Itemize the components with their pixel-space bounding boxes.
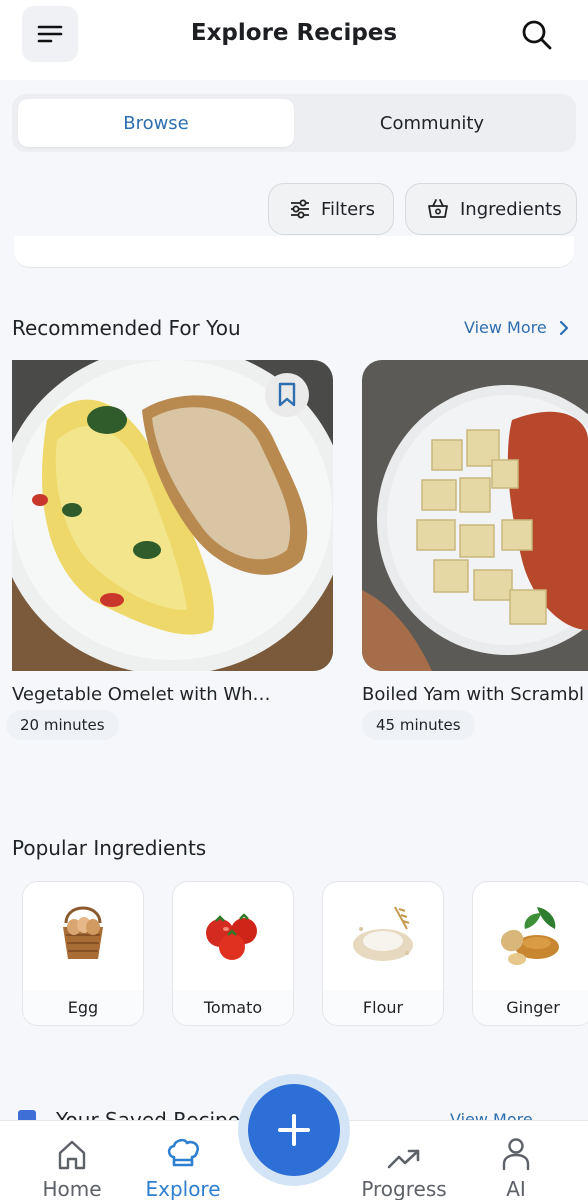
recipe-name[interactable]: Boiled Yam with Scrambl: [362, 684, 588, 705]
ingredient-label: Egg: [23, 990, 143, 1025]
segmented-tabs: Browse Community: [12, 94, 576, 152]
collapsed-panel: [14, 236, 574, 268]
bookmark-button[interactable]: [265, 373, 309, 417]
popular-ingredients-title: Popular Ingredients: [12, 836, 207, 860]
nav-label: Home: [42, 1177, 102, 1200]
cook-time-badge: 20 minutes: [6, 710, 119, 740]
cook-time-badge: 45 minutes: [362, 710, 475, 740]
ingredient-label: Flour: [323, 990, 443, 1025]
chef-hat-icon: [167, 1138, 199, 1167]
sliders-icon: [291, 199, 309, 219]
ingredient-card-ginger[interactable]: Ginger: [472, 881, 588, 1026]
home-icon: [58, 1140, 86, 1170]
person-icon: [502, 1138, 530, 1171]
ingredient-card-tomato[interactable]: Tomato: [172, 881, 294, 1026]
nav-label: Explore: [145, 1177, 221, 1200]
search-button[interactable]: [514, 12, 560, 58]
page-title: Explore Recipes: [190, 20, 398, 46]
tab-community[interactable]: Community: [294, 99, 570, 147]
nav-progress[interactable]: Progress: [354, 1121, 454, 1200]
bookmark-icon: [278, 382, 296, 407]
plus-icon: [278, 1114, 310, 1146]
ingredient-label: Tomato: [173, 990, 293, 1025]
basket-icon: [428, 199, 448, 218]
ingredient-card-egg[interactable]: Egg: [22, 881, 144, 1026]
nav-home[interactable]: Home: [30, 1121, 114, 1200]
search-icon: [522, 20, 552, 50]
tomato-image: [173, 882, 293, 988]
ingredients-button[interactable]: Ingredients: [405, 183, 577, 235]
ingredient-label: Ginger: [473, 990, 588, 1025]
egg-image: [23, 882, 143, 988]
add-button[interactable]: [248, 1084, 340, 1176]
view-more-label: View More: [464, 318, 547, 337]
ingredient-card-flour[interactable]: Flour: [322, 881, 444, 1026]
nav-label: Progress: [361, 1177, 447, 1200]
ingredients-label: Ingredients: [460, 198, 562, 220]
ginger-image: [473, 882, 588, 988]
tab-browse[interactable]: Browse: [18, 99, 294, 147]
app-header: Explore Recipes: [0, 0, 588, 80]
nav-label: AI: [506, 1177, 526, 1200]
nav-explore[interactable]: Explore: [140, 1121, 226, 1200]
recommended-title: Recommended For You: [12, 316, 241, 340]
recipe-card-image-yam[interactable]: [362, 360, 588, 671]
recipe-name[interactable]: Vegetable Omelet with Wh…: [12, 684, 292, 705]
trending-up-icon: [387, 1149, 420, 1169]
filters-button[interactable]: Filters: [268, 183, 394, 235]
flour-image: [323, 882, 443, 988]
filters-label: Filters: [321, 198, 375, 220]
chevron-right-icon: [559, 320, 568, 335]
recommended-view-more[interactable]: View More: [464, 318, 569, 337]
yam-photo: [362, 360, 588, 671]
nav-ai[interactable]: AI: [486, 1121, 546, 1200]
